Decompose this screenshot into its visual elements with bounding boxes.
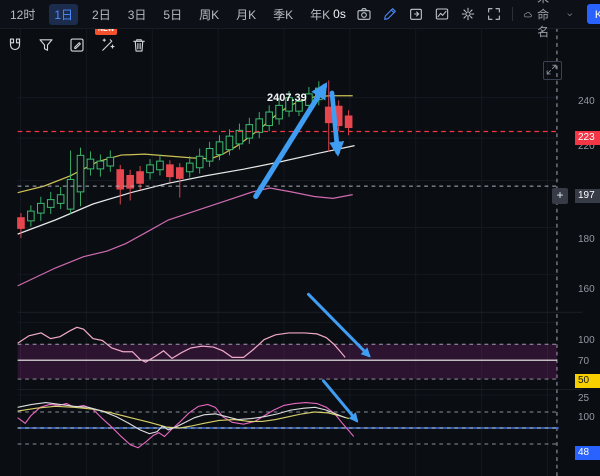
tab-week[interactable]: 周K: [196, 4, 222, 25]
gear-icon[interactable]: [460, 6, 476, 22]
notes-icon[interactable]: [68, 36, 86, 54]
kdj-line-J: [18, 403, 354, 448]
toolbar-right-group: 0s 未命名 K线: [333, 0, 600, 40]
expand-pane-icon[interactable]: [543, 61, 562, 80]
tab-month[interactable]: 月K: [233, 4, 259, 25]
tab-quarter[interactable]: 季K: [270, 4, 296, 25]
axis-tick-label: 25: [578, 393, 600, 405]
add-alert-plus-button[interactable]: +: [552, 188, 568, 204]
tab-12h[interactable]: 12时: [7, 4, 38, 25]
top-toolbar: 12时 1日 2日 3日 5日 周K 月K 季K 年K 0s: [0, 0, 600, 29]
drawn-arrow: [332, 93, 338, 152]
axis-tick-label: 100: [578, 412, 600, 424]
magnet-icon[interactable]: [6, 36, 24, 54]
kdj-line-D: [18, 406, 349, 428]
axis-tick-label: 100: [578, 335, 600, 347]
tab-2d[interactable]: 2日: [89, 4, 114, 25]
drawn-arrow: [324, 381, 357, 421]
current-price-badge: 223: [575, 131, 600, 145]
magic-wand-icon[interactable]: NEW: [99, 36, 117, 54]
tab-year[interactable]: 年K: [307, 4, 333, 25]
axis-tick-label: 180: [578, 234, 600, 246]
chart-image-icon[interactable]: [434, 6, 450, 22]
toolbar-divider: [512, 7, 513, 21]
rsi-level-badge: 50: [575, 374, 600, 388]
price-annotation-label: 2407.39: [267, 92, 307, 104]
kdj-level-badge: 48: [575, 446, 600, 460]
funnel-icon[interactable]: [37, 36, 55, 54]
fullscreen-icon[interactable]: [486, 6, 502, 22]
chevron-down-icon: [565, 7, 575, 22]
tab-1d[interactable]: 1日: [49, 4, 78, 25]
axis-tick-label: 70: [578, 356, 600, 368]
axis-tick-label: 240: [578, 96, 600, 108]
timeframe-tabs: 12时 1日 2日 3日 5日 周K 月K 季K 年K: [0, 4, 333, 25]
cloud-icon: [523, 7, 533, 22]
tab-5d[interactable]: 5日: [160, 4, 185, 25]
document-name: 未命名: [537, 0, 560, 40]
pencil-icon[interactable]: [382, 6, 398, 22]
rsi-band: [18, 344, 557, 379]
kline-analysis-button[interactable]: K线分析: [587, 4, 600, 24]
countdown-timer: 0s: [333, 7, 346, 21]
tab-3d[interactable]: 3日: [125, 4, 150, 25]
trash-icon[interactable]: [130, 36, 148, 54]
document-name-menu[interactable]: 未命名: [523, 0, 575, 40]
new-window-icon[interactable]: [408, 6, 424, 22]
camera-icon[interactable]: [356, 6, 372, 22]
drawing-toolbar: NEW: [6, 36, 148, 54]
trading-app-window: 12时 1日 2日 3日 5日 周K 月K 季K 年K 0s: [0, 0, 600, 476]
crosshair-price-badge: 197: [575, 189, 600, 203]
axis-tick-label: 160: [578, 284, 600, 296]
